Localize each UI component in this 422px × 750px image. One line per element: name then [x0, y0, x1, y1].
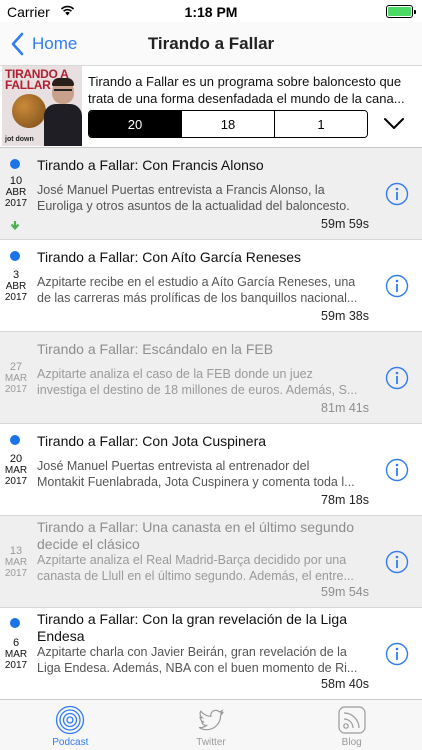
tab-bar: Podcast Twitter Blog — [0, 699, 422, 750]
episode-title: Tirando a Fallar: Con Aíto García Renese… — [37, 249, 302, 265]
info-icon[interactable] — [385, 182, 409, 206]
info-icon[interactable] — [385, 642, 409, 666]
episode-row[interactable]: 13 MAR 2017 Tirando a Fallar: Una canast… — [0, 516, 422, 608]
episode-description: José Manuel Puertas entrevista a Francis… — [37, 183, 350, 213]
unplayed-dot — [10, 435, 20, 445]
episode-title: Tirando a Fallar: Escándalo en la FEB — [37, 341, 274, 357]
unplayed-dot — [10, 618, 20, 628]
episode-row[interactable]: 6 MAR 2017 Tirando a Fallar: Con la gran… — [0, 608, 422, 699]
filter-option-1[interactable]: 1 — [274, 111, 367, 137]
artwork-brand: jot down — [5, 136, 34, 143]
episode-duration: 78m 18s — [321, 493, 369, 507]
episode-title: Tirando a Fallar: Con Jota Cuspinera — [37, 433, 267, 449]
tab-podcast-label: Podcast — [52, 737, 89, 748]
chevron-down-icon[interactable] — [383, 117, 405, 131]
filter-option-18[interactable]: 18 — [181, 111, 274, 137]
episode-title: Tirando a Fallar: Una canasta en el últi… — [37, 519, 354, 552]
episode-row[interactable]: 10 ABR 2017 Tirando a Fallar: Con Franci… — [0, 148, 422, 240]
unplayed-dot — [10, 251, 20, 261]
podcast-icon — [56, 705, 85, 735]
episode-duration: 81m 41s — [321, 401, 369, 415]
episode-row[interactable]: 20 MAR 2017 Tirando a Fallar: Con Jota C… — [0, 424, 422, 516]
twitter-icon — [198, 709, 224, 731]
episode-description: Azpitarte analiza el Real Madrid-Barça d… — [37, 553, 354, 583]
episode-date: 10 ABR 2017 — [4, 175, 28, 210]
host-photo — [44, 78, 82, 146]
episode-date: 3 ABR 2017 — [4, 269, 28, 304]
tab-podcast[interactable]: Podcast — [0, 700, 141, 750]
battery-icon — [386, 5, 416, 18]
unplayed-dot — [10, 159, 20, 169]
filter-option-20[interactable]: 20 — [89, 111, 181, 137]
downloaded-icon — [10, 221, 20, 231]
tab-blog[interactable]: Blog — [281, 700, 422, 750]
info-icon[interactable] — [385, 458, 409, 482]
episode-description: Azpitarte charla con Javier Beirán, gran… — [37, 645, 358, 675]
episode-duration: 59m 38s — [321, 309, 369, 323]
episode-date: 27 MAR 2017 — [4, 361, 28, 396]
info-icon[interactable] — [385, 366, 409, 390]
episode-date: 6 MAR 2017 — [4, 637, 28, 672]
info-icon[interactable] — [385, 274, 409, 298]
navigation-bar: Home Tirando a Fallar — [0, 22, 422, 66]
tab-twitter-label: Twitter — [196, 737, 226, 748]
episode-duration: 59m 54s — [321, 585, 369, 599]
episode-list: 10 ABR 2017 Tirando a Fallar: Con Franci… — [0, 148, 422, 699]
podcast-artwork: TIRANDO A FALLAR jot down — [2, 66, 82, 146]
podcast-description: Tirando a Fallar es un programa sobre ba… — [88, 74, 405, 106]
episode-description: José Manuel Puertas entrevista al entren… — [37, 459, 355, 489]
tab-twitter[interactable]: Twitter — [141, 700, 282, 750]
episode-duration: 59m 59s — [321, 217, 369, 231]
status-bar: Carrier 1:18 PM — [0, 0, 422, 22]
tab-blog-label: Blog — [341, 737, 362, 748]
episode-date: 13 MAR 2017 — [4, 545, 28, 580]
episode-description: Azpitarte analiza el caso de la FEB dond… — [37, 367, 358, 397]
episode-title: Tirando a Fallar: Con Francis Alonso — [37, 157, 264, 173]
episode-title: Tirando a Fallar: Con la gran revelación… — [37, 611, 347, 644]
page-title: Tirando a Fallar — [147, 34, 275, 53]
episode-date: 20 MAR 2017 — [4, 453, 28, 488]
episode-row[interactable]: 3 ABR 2017 Tirando a Fallar: Con Aíto Ga… — [0, 240, 422, 332]
info-icon[interactable] — [385, 550, 409, 574]
episode-duration: 58m 40s — [321, 677, 369, 691]
episode-row[interactable]: 27 MAR 2017 Tirando a Fallar: Escándalo … — [0, 332, 422, 424]
clock: 1:18 PM — [184, 4, 238, 20]
episode-description: Azpitarte recibe en el estudio a Aíto Ga… — [37, 275, 358, 305]
rss-icon — [338, 706, 366, 734]
episode-count-filter: 20 18 1 — [88, 110, 368, 138]
basketball-image — [12, 94, 46, 128]
